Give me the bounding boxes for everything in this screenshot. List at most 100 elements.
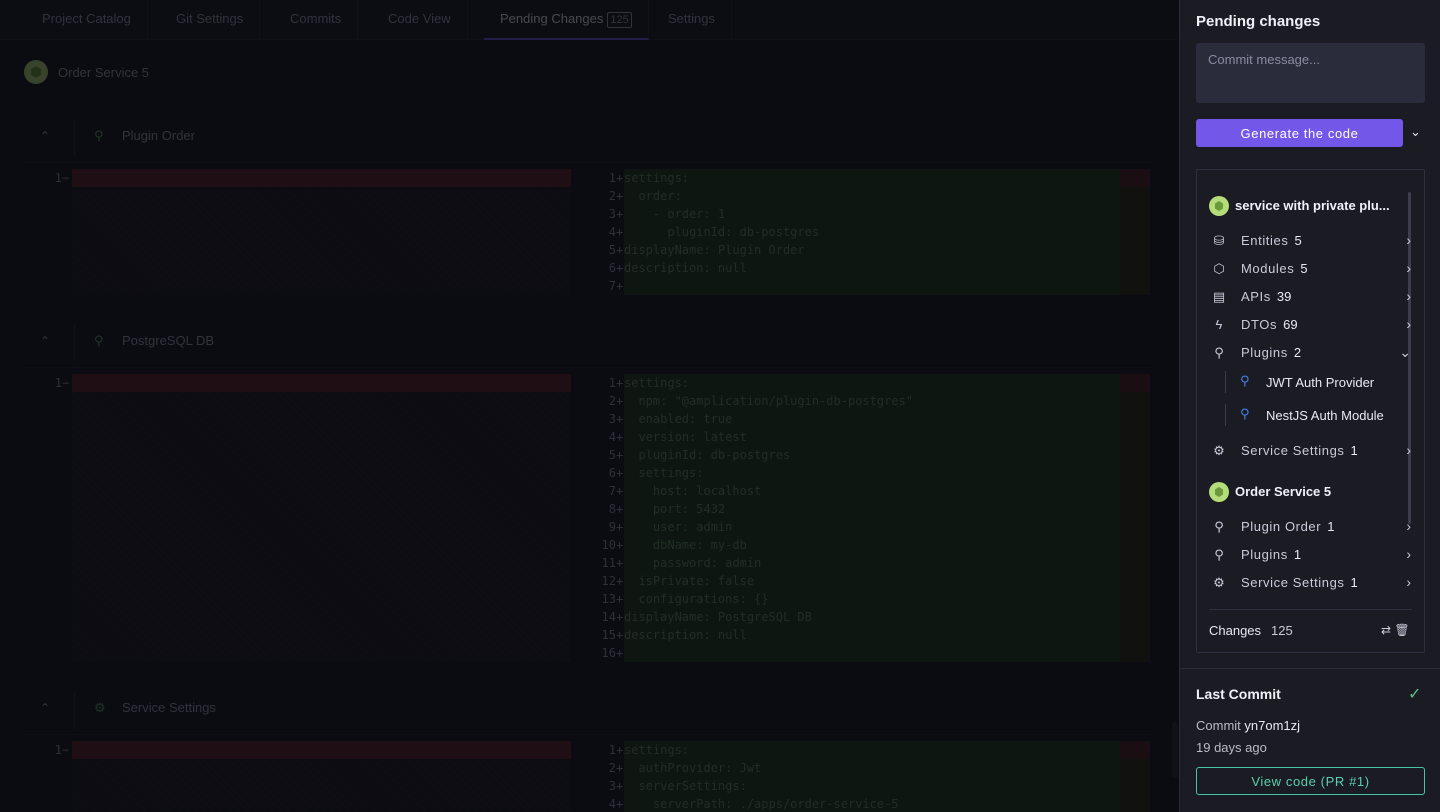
gear-icon: ⚙ — [1213, 575, 1225, 590]
tree-item-count: 2 — [1293, 345, 1302, 360]
tree-item-dtos[interactable]: ϟ DTOs 69 › — [1211, 314, 1411, 336]
trash-icon[interactable]: 🗑 — [1394, 623, 1409, 637]
breadcrumb-service[interactable]: Order Service 5 — [58, 65, 149, 80]
chevron-up-icon[interactable]: ⌃ — [40, 129, 50, 143]
chevron-right-icon[interactable]: › — [1406, 546, 1411, 562]
tree-item-apis[interactable]: ▤ APIs 39 › — [1211, 286, 1411, 308]
tree-item-entities[interactable]: ⛁ Entities 5 › — [1211, 230, 1411, 252]
tree-item-count: 1 — [1350, 575, 1358, 590]
tab-pending-changes[interactable]: Pending Changes 125 — [484, 0, 649, 40]
chevron-right-icon[interactable]: › — [1406, 442, 1411, 458]
tree-subitem[interactable]: ⚲ NestJS Auth Module — [1225, 404, 1405, 426]
added-line: displayName: Plugin Order — [624, 241, 1120, 259]
tab-project-catalog[interactable]: Project Catalog — [26, 0, 148, 40]
added-line: dbName: my-db — [624, 536, 1120, 554]
added-line: user: admin — [624, 518, 1120, 536]
line-number: 2 — [608, 394, 616, 408]
divider — [1209, 609, 1412, 610]
diff-block-header[interactable]: ⌃ ⚙ Service Settings — [26, 683, 1150, 735]
diff-block-header[interactable]: ⌃ ⚲ PostgreSQL DB — [26, 316, 1150, 368]
compare-icon[interactable]: ⇄ — [1381, 623, 1391, 637]
diff-line: 5 + pluginId: db-postgres — [576, 446, 1150, 464]
chevron-right-icon[interactable]: › — [1406, 518, 1411, 534]
added-line: settings: — [624, 741, 1120, 759]
chevron-right-icon[interactable]: › — [1406, 260, 1411, 276]
removed-line — [72, 169, 571, 187]
line-number: 1 — [54, 376, 62, 390]
tree-item-count: 39 — [1276, 289, 1292, 304]
line-number: 1 — [54, 743, 62, 757]
tab-git-settings[interactable]: Git Settings — [160, 0, 261, 40]
tree-item-plugins[interactable]: ⚲ Plugins 1 › — [1211, 544, 1411, 566]
divider — [1180, 668, 1440, 669]
line-number: 10 — [601, 538, 616, 552]
tree-service[interactable]: service with private plu... — [1209, 196, 1390, 218]
tree-item-text: Service Settings — [1241, 443, 1345, 458]
tree-item-text: Plugin Order — [1241, 519, 1322, 534]
chevron-right-icon[interactable]: › — [1406, 288, 1411, 304]
tree-item-plugins[interactable]: ⚲ Plugins 2 ⌄ — [1211, 342, 1411, 364]
diff-line: 7 + — [576, 277, 1150, 295]
line-number: 16 — [601, 646, 616, 660]
tree-item-service-settings[interactable]: ⚙ Service Settings 1 › — [1211, 572, 1411, 594]
diff-line: 4 + version: latest — [576, 428, 1150, 446]
tree-item-plugin-order[interactable]: ⚲ Plugin Order 1 › — [1211, 516, 1411, 538]
panel-title: Pending changes — [1196, 13, 1321, 30]
divider — [74, 119, 75, 157]
commit-id[interactable]: yn7om1zj — [1244, 718, 1300, 733]
tree-item-service-settings[interactable]: ⚙ Service Settings 1 › — [1211, 440, 1411, 462]
view-code-button[interactable]: View code (PR #1) — [1196, 767, 1425, 795]
tab-commits[interactable]: Commits — [274, 0, 359, 40]
tab-label: Commits — [290, 11, 342, 26]
diff-gutter — [1120, 169, 1150, 187]
tree-item-label: Modules 5 — [1241, 261, 1308, 276]
line-number: 5 — [608, 448, 616, 462]
chevron-down-icon[interactable]: ⌄ — [1410, 124, 1421, 140]
main-scrollbar[interactable] — [1172, 722, 1178, 778]
diff-gutter — [1120, 536, 1150, 554]
diff-line: 8 + port: 5432 — [576, 500, 1150, 518]
diff-gutter — [1120, 518, 1150, 536]
diff-gutter — [1120, 795, 1150, 812]
diff-line: 7 + host: localhost — [576, 482, 1150, 500]
diff-block-header[interactable]: ⌃ ⚲ Plugin Order — [26, 111, 1150, 163]
tree-item-count: 1 — [1350, 443, 1358, 458]
tree-service[interactable]: Order Service 5 — [1209, 482, 1331, 504]
chevron-right-icon[interactable]: › — [1406, 232, 1411, 248]
diff-line: 4 + pluginId: db-postgres — [576, 223, 1150, 241]
line-number: 12 — [601, 574, 616, 588]
tree-item-label: Service Settings 1 — [1241, 575, 1358, 590]
tree-item-count: 5 — [1300, 261, 1308, 276]
added-line: enabled: true — [624, 410, 1120, 428]
bolt-icon: ϟ — [1215, 317, 1223, 332]
diff-gutter — [1120, 259, 1150, 277]
chevron-up-icon[interactable]: ⌃ — [40, 334, 50, 348]
chevron-right-icon[interactable]: › — [1406, 316, 1411, 332]
diff-line: 1− — [26, 741, 571, 759]
diff-line: 4 + serverPath: ./apps/order-service-5 — [576, 795, 1150, 812]
tree-item-modules[interactable]: ⬡ Modules 5 › — [1211, 258, 1411, 280]
added-line — [624, 644, 1120, 662]
line-number: 3 — [608, 779, 616, 793]
diff-gutter — [1120, 241, 1150, 259]
tab-bar: Project Catalog Git Settings Commits Code V… — [0, 0, 1179, 40]
tree-item-text: DTOs — [1241, 317, 1278, 332]
added-line: settings: — [624, 169, 1120, 187]
diff-line: 14 + displayName: PostgreSQL DB — [576, 608, 1150, 626]
pending-changes-panel: Pending changes Generate the code ⌄ Chan… — [1179, 0, 1440, 812]
tab-code-view[interactable]: Code View — [372, 0, 468, 40]
tab-settings[interactable]: Settings — [652, 0, 732, 40]
commit-message-input[interactable] — [1196, 43, 1425, 103]
line-number: 2 — [608, 761, 616, 775]
last-commit-id: Commit yn7om1zj — [1196, 718, 1300, 733]
diff-line: 6 + description: null — [576, 259, 1150, 277]
tree-subitem[interactable]: ⚲ JWT Auth Provider — [1225, 371, 1405, 393]
chevron-up-icon[interactable]: ⌃ — [40, 701, 50, 715]
diff-gutter — [1120, 446, 1150, 464]
tree-item-label: Service Settings 1 — [1241, 443, 1358, 458]
chevron-down-icon[interactable]: ⌄ — [1399, 344, 1411, 361]
diff-gutter — [1120, 608, 1150, 626]
chevron-right-icon[interactable]: › — [1406, 574, 1411, 590]
diff-gutter — [1120, 410, 1150, 428]
generate-code-button[interactable]: Generate the code — [1196, 119, 1403, 147]
